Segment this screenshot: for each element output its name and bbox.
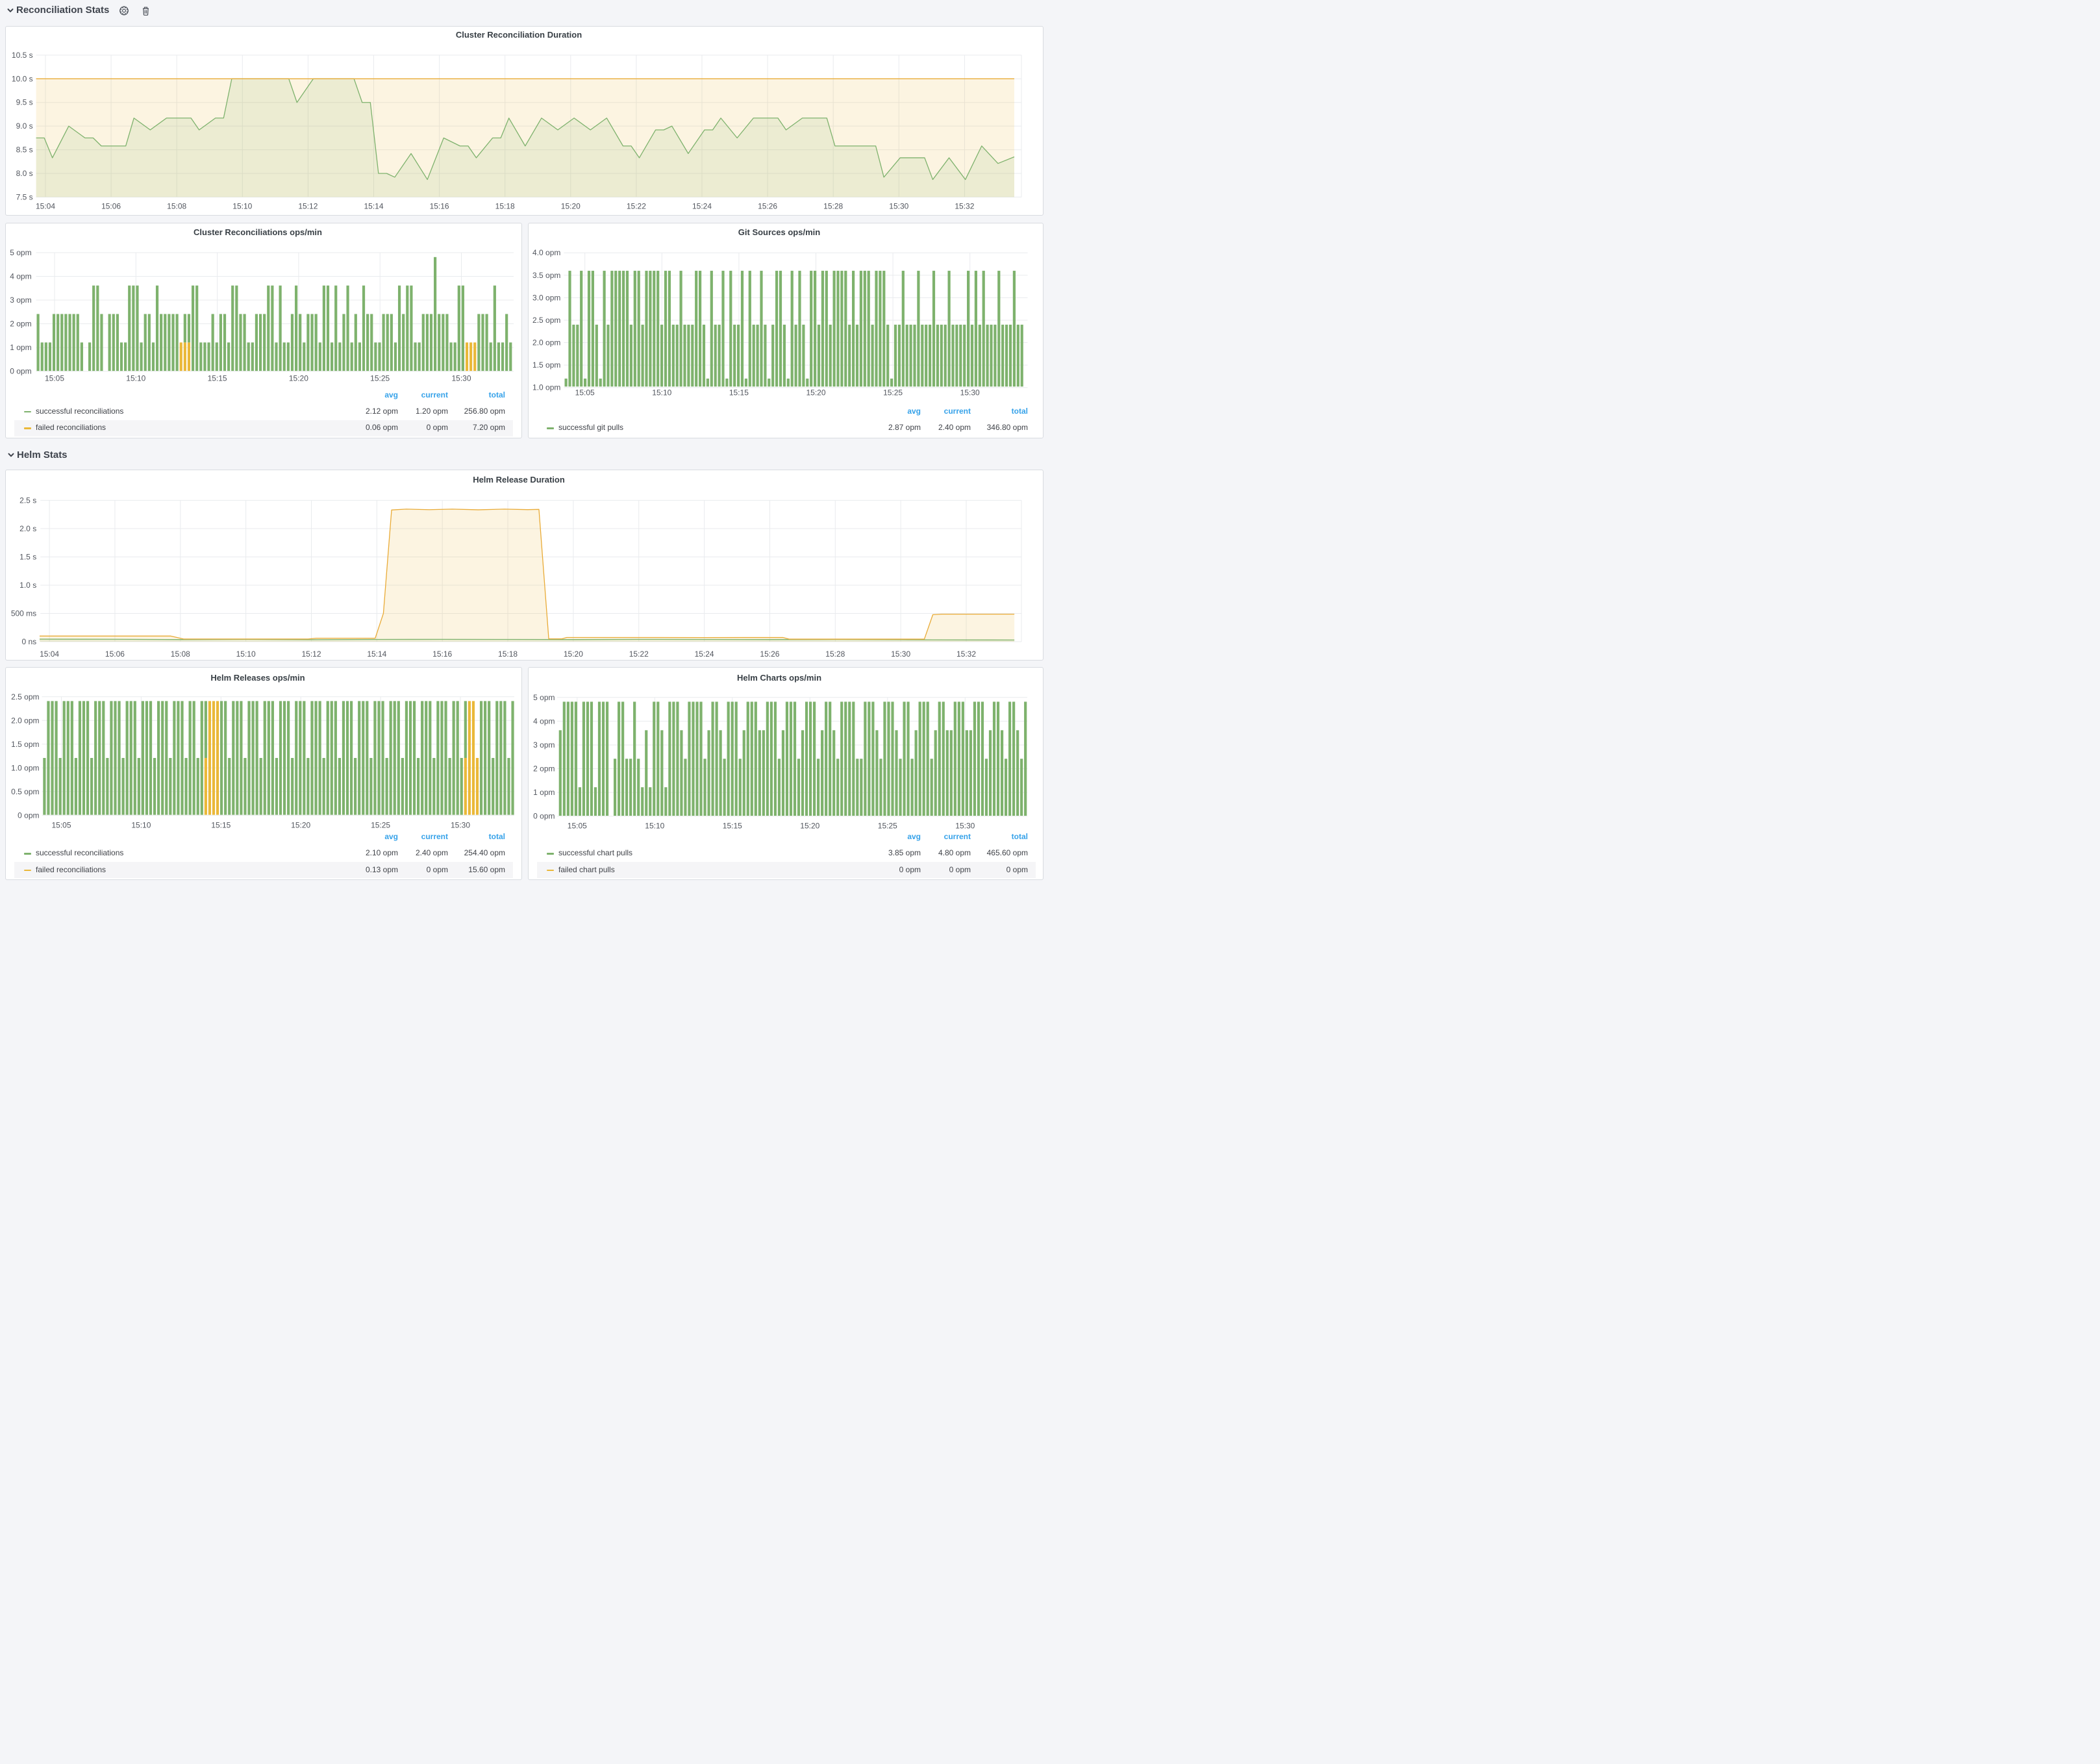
svg-text:15:10: 15:10 xyxy=(232,201,252,210)
svg-text:15:15: 15:15 xyxy=(729,388,749,397)
svg-text:15:18: 15:18 xyxy=(495,201,515,210)
svg-text:15:08: 15:08 xyxy=(171,649,190,659)
svg-text:10.5 s: 10.5 s xyxy=(12,51,33,60)
svg-text:15:30: 15:30 xyxy=(451,820,470,829)
svg-text:1.0 opm: 1.0 opm xyxy=(11,763,39,772)
svg-text:2.0 opm: 2.0 opm xyxy=(532,338,560,347)
svg-text:15:10: 15:10 xyxy=(131,820,151,829)
svg-text:15:26: 15:26 xyxy=(760,649,779,659)
svg-text:15:25: 15:25 xyxy=(883,388,903,397)
svg-text:15:14: 15:14 xyxy=(364,201,383,210)
svg-text:15:12: 15:12 xyxy=(298,201,318,210)
svg-text:15:15: 15:15 xyxy=(211,820,231,829)
svg-text:15:32: 15:32 xyxy=(956,649,976,659)
svg-text:15:28: 15:28 xyxy=(825,649,845,659)
svg-text:15:32: 15:32 xyxy=(955,201,974,210)
svg-text:15:20: 15:20 xyxy=(291,820,310,829)
svg-text:4.0 opm: 4.0 opm xyxy=(532,248,560,257)
svg-text:15:05: 15:05 xyxy=(575,388,595,397)
svg-text:3.0 opm: 3.0 opm xyxy=(532,293,560,302)
svg-text:0.5 opm: 0.5 opm xyxy=(11,787,39,796)
svg-text:3 opm: 3 opm xyxy=(10,296,31,305)
svg-text:15:15: 15:15 xyxy=(208,374,227,383)
svg-text:15:05: 15:05 xyxy=(568,822,587,831)
svg-text:15:20: 15:20 xyxy=(806,388,825,397)
svg-text:15:04: 15:04 xyxy=(40,649,59,659)
svg-text:15:25: 15:25 xyxy=(370,374,390,383)
svg-text:15:25: 15:25 xyxy=(371,820,390,829)
svg-text:15:12: 15:12 xyxy=(301,649,321,659)
svg-text:1 opm: 1 opm xyxy=(10,343,31,352)
svg-text:1.5 opm: 1.5 opm xyxy=(532,360,560,370)
svg-text:9.0 s: 9.0 s xyxy=(16,121,33,131)
svg-text:7.5 s: 7.5 s xyxy=(16,192,33,201)
svg-text:2.0 opm: 2.0 opm xyxy=(11,716,39,725)
svg-text:4 opm: 4 opm xyxy=(10,272,31,281)
svg-text:15:05: 15:05 xyxy=(45,374,64,383)
svg-text:15:05: 15:05 xyxy=(51,820,71,829)
svg-text:15:22: 15:22 xyxy=(629,649,649,659)
svg-text:2.5 s: 2.5 s xyxy=(19,496,36,505)
svg-text:1.0 s: 1.0 s xyxy=(19,581,36,590)
svg-text:1.5 opm: 1.5 opm xyxy=(11,740,39,749)
svg-text:5 opm: 5 opm xyxy=(533,693,555,702)
svg-text:2 opm: 2 opm xyxy=(10,320,31,329)
svg-text:15:08: 15:08 xyxy=(167,201,186,210)
svg-text:15:16: 15:16 xyxy=(432,649,452,659)
svg-text:15:10: 15:10 xyxy=(652,388,671,397)
svg-text:15:15: 15:15 xyxy=(723,822,742,831)
svg-text:4 opm: 4 opm xyxy=(533,716,555,725)
svg-text:9.5 s: 9.5 s xyxy=(16,98,33,107)
svg-text:15:10: 15:10 xyxy=(126,374,145,383)
svg-text:15:28: 15:28 xyxy=(823,201,843,210)
svg-text:15:22: 15:22 xyxy=(627,201,646,210)
svg-text:2.5 opm: 2.5 opm xyxy=(11,692,39,701)
svg-text:1 opm: 1 opm xyxy=(533,788,555,797)
svg-text:5 opm: 5 opm xyxy=(10,248,31,257)
svg-text:1.0 opm: 1.0 opm xyxy=(532,383,560,392)
svg-text:15:20: 15:20 xyxy=(289,374,308,383)
svg-text:15:06: 15:06 xyxy=(101,201,121,210)
svg-text:15:18: 15:18 xyxy=(498,649,518,659)
svg-text:0 opm: 0 opm xyxy=(533,812,555,821)
svg-text:15:06: 15:06 xyxy=(105,649,125,659)
svg-text:15:26: 15:26 xyxy=(758,201,777,210)
svg-text:15:20: 15:20 xyxy=(564,649,583,659)
svg-text:15:16: 15:16 xyxy=(430,201,449,210)
svg-text:15:10: 15:10 xyxy=(645,822,664,831)
svg-text:3.5 opm: 3.5 opm xyxy=(532,271,560,280)
svg-text:2.0 s: 2.0 s xyxy=(19,524,36,533)
svg-text:15:24: 15:24 xyxy=(695,649,714,659)
svg-text:8.0 s: 8.0 s xyxy=(16,169,33,178)
svg-text:15:20: 15:20 xyxy=(561,201,581,210)
svg-text:15:30: 15:30 xyxy=(960,388,980,397)
svg-text:2 opm: 2 opm xyxy=(533,764,555,774)
svg-text:1.5 s: 1.5 s xyxy=(19,552,36,561)
svg-text:15:30: 15:30 xyxy=(955,822,975,831)
svg-text:15:10: 15:10 xyxy=(236,649,256,659)
svg-text:2.5 opm: 2.5 opm xyxy=(532,316,560,325)
svg-text:15:20: 15:20 xyxy=(800,822,819,831)
svg-text:15:04: 15:04 xyxy=(36,201,55,210)
svg-text:15:30: 15:30 xyxy=(889,201,908,210)
svg-text:15:25: 15:25 xyxy=(878,822,897,831)
svg-text:10.0 s: 10.0 s xyxy=(12,74,33,83)
svg-text:15:30: 15:30 xyxy=(451,374,471,383)
svg-text:0 ns: 0 ns xyxy=(22,637,37,646)
svg-text:0 opm: 0 opm xyxy=(10,367,31,376)
svg-text:15:24: 15:24 xyxy=(692,201,712,210)
svg-text:8.5 s: 8.5 s xyxy=(16,145,33,155)
svg-text:15:30: 15:30 xyxy=(891,649,910,659)
svg-text:15:14: 15:14 xyxy=(367,649,386,659)
svg-text:3 opm: 3 opm xyxy=(533,740,555,750)
svg-text:0 opm: 0 opm xyxy=(18,811,39,820)
svg-text:500 ms: 500 ms xyxy=(11,609,36,618)
